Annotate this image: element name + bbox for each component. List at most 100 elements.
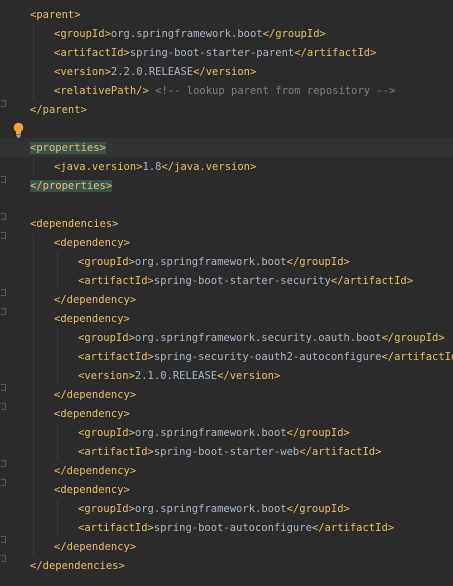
xml-text: 2.2.0.RELEASE: [110, 66, 194, 78]
code-line: <artifactId>spring-boot-starter-security…: [78, 272, 413, 291]
xml-text: org.springframework.security.oauth.boot: [134, 332, 382, 344]
xml-close-tag: </groupId>: [286, 427, 350, 439]
fold-marker-icon[interactable]: [1, 403, 6, 410]
xml-text: spring-boot-autoconfigure: [153, 522, 312, 534]
code-line: <version>2.2.0.RELEASE</version>: [54, 63, 256, 82]
code-line: <parent>: [30, 6, 81, 25]
code-line: </dependency>: [54, 462, 136, 481]
code-line: </parent>: [30, 101, 87, 120]
xml-text: org.springframework.boot: [134, 256, 287, 268]
xml-open-tag: <parent>: [30, 9, 81, 21]
fold-marker-icon[interactable]: [1, 536, 6, 543]
xml-text: org.springframework.boot: [110, 28, 263, 40]
code-line: <groupId>org.springframework.security.oa…: [78, 329, 445, 348]
xml-open-tag: <artifactId>: [78, 351, 154, 363]
code-line: <groupId>org.springframework.boot</group…: [78, 500, 350, 519]
code-line: <groupId>org.springframework.boot</group…: [78, 253, 350, 272]
fold-marker-icon[interactable]: [1, 100, 6, 107]
xml-text: 2.1.0.RELEASE: [134, 370, 218, 382]
xml-open-tag: <artifactId>: [78, 522, 154, 534]
xml-close-tag: </java.version>: [161, 161, 257, 173]
indent-guide: [57, 328, 58, 385]
code-line: <artifactId>spring-security-oauth2-autoc…: [78, 348, 453, 367]
fold-marker-icon[interactable]: [1, 479, 6, 486]
xml-open-tag: <java.version>: [54, 161, 143, 173]
xml-open-tag: </dependencies>: [30, 560, 125, 572]
xml-text: 1.8: [142, 161, 162, 173]
xml-close-tag: </groupId>: [381, 332, 445, 344]
fold-marker-icon[interactable]: [1, 176, 6, 183]
xml-close-tag: </version>: [193, 66, 257, 78]
xml-open-tag: </dependency>: [54, 541, 137, 553]
fold-marker-icon[interactable]: [1, 232, 6, 239]
fold-marker-icon[interactable]: [1, 213, 6, 220]
fold-marker-icon[interactable]: [1, 308, 6, 315]
xml-open-tag: <dependency>: [54, 408, 130, 420]
fold-marker-icon[interactable]: [1, 460, 6, 467]
fold-marker-icon[interactable]: [1, 289, 6, 296]
fold-marker-icon[interactable]: [1, 555, 6, 562]
xml-close-tag: </artifactId>: [299, 446, 382, 458]
indent-guide: [57, 423, 58, 461]
code-line: <artifactId>spring-boot-starter-web</art…: [78, 443, 381, 462]
indent-guide: [33, 24, 34, 100]
xml-open-tag: <artifactId>: [54, 47, 130, 59]
xml-open-tag: <artifactId>: [78, 446, 154, 458]
code-line: <version>2.1.0.RELEASE</version>: [78, 367, 280, 386]
xml-open-tag: </dependency>: [54, 389, 137, 401]
xml-open-tag: <artifactId>: [78, 275, 154, 287]
xml-text: spring-security-oauth2-autoconfigure: [153, 351, 382, 363]
xml-text: org.springframework.boot: [134, 503, 287, 515]
indent-guide: [57, 499, 58, 537]
xml-open-tag: </dependency>: [54, 294, 137, 306]
xml-close-tag: </artifactId>: [311, 522, 395, 534]
xml-open-tag: <relativePath/>: [54, 85, 149, 97]
xml-text: spring-boot-starter-parent: [129, 47, 295, 59]
code-line: <dependency>: [54, 405, 130, 424]
code-line: <dependency>: [54, 234, 130, 253]
xml-open-tag: </dependency>: [54, 465, 137, 477]
code-line: <dependency>: [54, 481, 130, 500]
xml-close-tag: </artifactId>: [381, 351, 453, 363]
xml-open-tag: </properties>: [30, 180, 113, 192]
xml-comment: <!-- lookup parent from repository -->: [155, 85, 396, 97]
code-line: <java.version>1.8</java.version>: [54, 158, 256, 177]
indent-guide: [57, 252, 58, 290]
code-editor[interactable]: <parent> <groupId>org.springframework.boo…: [0, 0, 453, 586]
xml-close-tag: </artifactId>: [294, 47, 377, 59]
xml-open-tag: <properties>: [30, 142, 106, 154]
xml-open-tag: <dependency>: [54, 313, 130, 325]
xml-text: spring-boot-starter-security: [153, 275, 331, 287]
xml-open-tag: </parent>: [30, 104, 87, 116]
indent-guide: [33, 233, 34, 556]
indent-guide: [33, 157, 34, 176]
code-line: </dependency>: [54, 386, 136, 405]
xml-close-tag: </groupId>: [286, 503, 350, 515]
xml-close-tag: </groupId>: [286, 256, 350, 268]
xml-open-tag: <groupId>: [78, 427, 135, 439]
xml-open-tag: <groupId>: [78, 256, 135, 268]
code-line: </dependency>: [54, 291, 136, 310]
code-line: <artifactId>spring-boot-starter-parent</…: [54, 44, 376, 63]
xml-open-tag: <dependencies>: [30, 218, 119, 230]
xml-text: org.springframework.boot: [134, 427, 287, 439]
xml-close-tag: </version>: [217, 370, 281, 382]
lightbulb-icon[interactable]: [13, 122, 24, 138]
fold-marker-icon[interactable]: [1, 384, 6, 391]
xml-open-tag: <groupId>: [54, 28, 111, 40]
code-line: <properties>: [30, 139, 106, 158]
xml-close-tag: </artifactId>: [330, 275, 414, 287]
code-line: </dependencies>: [30, 557, 125, 576]
code-line: <dependency>: [54, 310, 130, 329]
code-line: <groupId>org.springframework.boot</group…: [54, 25, 326, 44]
xml-open-tag: <dependency>: [54, 484, 130, 496]
xml-close-tag: </groupId>: [262, 28, 326, 40]
xml-open-tag: <groupId>: [78, 332, 135, 344]
code-line: <groupId>org.springframework.boot</group…: [78, 424, 350, 443]
code-line: <dependencies>: [30, 215, 119, 234]
code-line: </dependency>: [54, 538, 136, 557]
xml-open-tag: <groupId>: [78, 503, 135, 515]
code-line: <artifactId>spring-boot-autoconfigure</a…: [78, 519, 394, 538]
code-line: </properties>: [30, 177, 113, 196]
xml-open-tag: <version>: [78, 370, 135, 382]
